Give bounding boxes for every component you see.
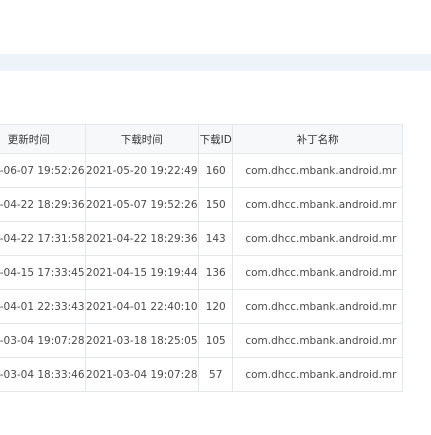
cell-download-time: 2021-05-07 19:52:26 bbox=[84, 187, 200, 222]
cell-download-time: 2021-03-18 18:25:05 bbox=[84, 323, 200, 358]
cell-download-id: 150 bbox=[198, 187, 234, 222]
cell-download-id: 136 bbox=[198, 255, 234, 290]
patch-table-container: 更新时间 下载时间 下载ID 补丁名称 2021-06-07 19:52:26 … bbox=[0, 124, 431, 414]
table-row[interactable]: 2021-03-04 18:33:46 2021-03-04 19:07:28 … bbox=[0, 357, 403, 392]
header-update-time[interactable]: 更新时间 bbox=[0, 124, 86, 154]
cell-patch-name: com.dhcc.mbank.android.mr bbox=[232, 357, 403, 392]
cell-patch-name: com.dhcc.mbank.android.mr bbox=[232, 255, 403, 290]
cell-download-time: 2021-03-04 19:07:28 bbox=[84, 357, 200, 392]
cell-download-time: 2021-04-22 18:29:36 bbox=[84, 221, 200, 256]
cell-update-time: 2021-03-04 18:33:46 bbox=[0, 357, 86, 392]
cell-patch-name: com.dhcc.mbank.android.mr bbox=[232, 221, 403, 256]
cell-download-time: 2021-04-15 19:19:44 bbox=[84, 255, 200, 290]
cell-download-id: 105 bbox=[198, 323, 234, 358]
top-bar bbox=[0, 0, 431, 54]
table-row[interactable]: 2021-04-15 17:33:45 2021-04-15 19:19:44 … bbox=[0, 255, 403, 290]
cell-download-time: 2021-05-20 19:22:49 bbox=[84, 153, 200, 188]
cell-patch-name: com.dhcc.mbank.android.mr bbox=[232, 187, 403, 222]
table-row[interactable]: 2021-06-07 19:52:26 2021-05-20 19:22:49 … bbox=[0, 153, 403, 188]
cell-download-id: 120 bbox=[198, 289, 234, 324]
header-download-id[interactable]: 下载ID bbox=[198, 124, 234, 154]
cell-update-time: 2021-04-22 18:29:36 bbox=[0, 187, 86, 222]
header-download-time[interactable]: 下载时间 bbox=[84, 124, 200, 154]
cell-download-id: 57 bbox=[198, 357, 234, 392]
cell-patch-name: com.dhcc.mbank.android.mr bbox=[232, 323, 403, 358]
cell-download-time: 2021-04-01 22:40:10 bbox=[84, 289, 200, 324]
cell-update-time: 2021-03-04 19:07:28 bbox=[0, 323, 86, 358]
cell-download-id: 143 bbox=[198, 221, 234, 256]
table-row[interactable]: 2021-04-01 22:33:43 2021-04-01 22:40:10 … bbox=[0, 289, 403, 324]
patch-table: 更新时间 下载时间 下载ID 补丁名称 2021-06-07 19:52:26 … bbox=[0, 124, 403, 392]
table-row[interactable]: 2021-04-22 17:31:58 2021-04-22 18:29:36 … bbox=[0, 221, 403, 256]
cell-update-time: 2021-04-22 17:31:58 bbox=[0, 221, 86, 256]
header-patch-name[interactable]: 补丁名称 bbox=[232, 124, 403, 154]
cell-download-id: 160 bbox=[198, 153, 234, 188]
table-row[interactable]: 2021-03-04 19:07:28 2021-03-18 18:25:05 … bbox=[0, 323, 403, 358]
cell-update-time: 2021-06-07 19:52:26 bbox=[0, 153, 86, 188]
cell-update-time: 2021-04-15 17:33:45 bbox=[0, 255, 86, 290]
cell-patch-name: com.dhcc.mbank.android.mr bbox=[232, 289, 403, 324]
table-header-row: 更新时间 下载时间 下载ID 补丁名称 bbox=[0, 124, 403, 154]
table-row[interactable]: 2021-04-22 18:29:36 2021-05-07 19:52:26 … bbox=[0, 187, 403, 222]
section-divider bbox=[0, 54, 431, 71]
cell-patch-name: com.dhcc.mbank.android.mr bbox=[232, 153, 403, 188]
cell-update-time: 2021-04-01 22:33:43 bbox=[0, 289, 86, 324]
